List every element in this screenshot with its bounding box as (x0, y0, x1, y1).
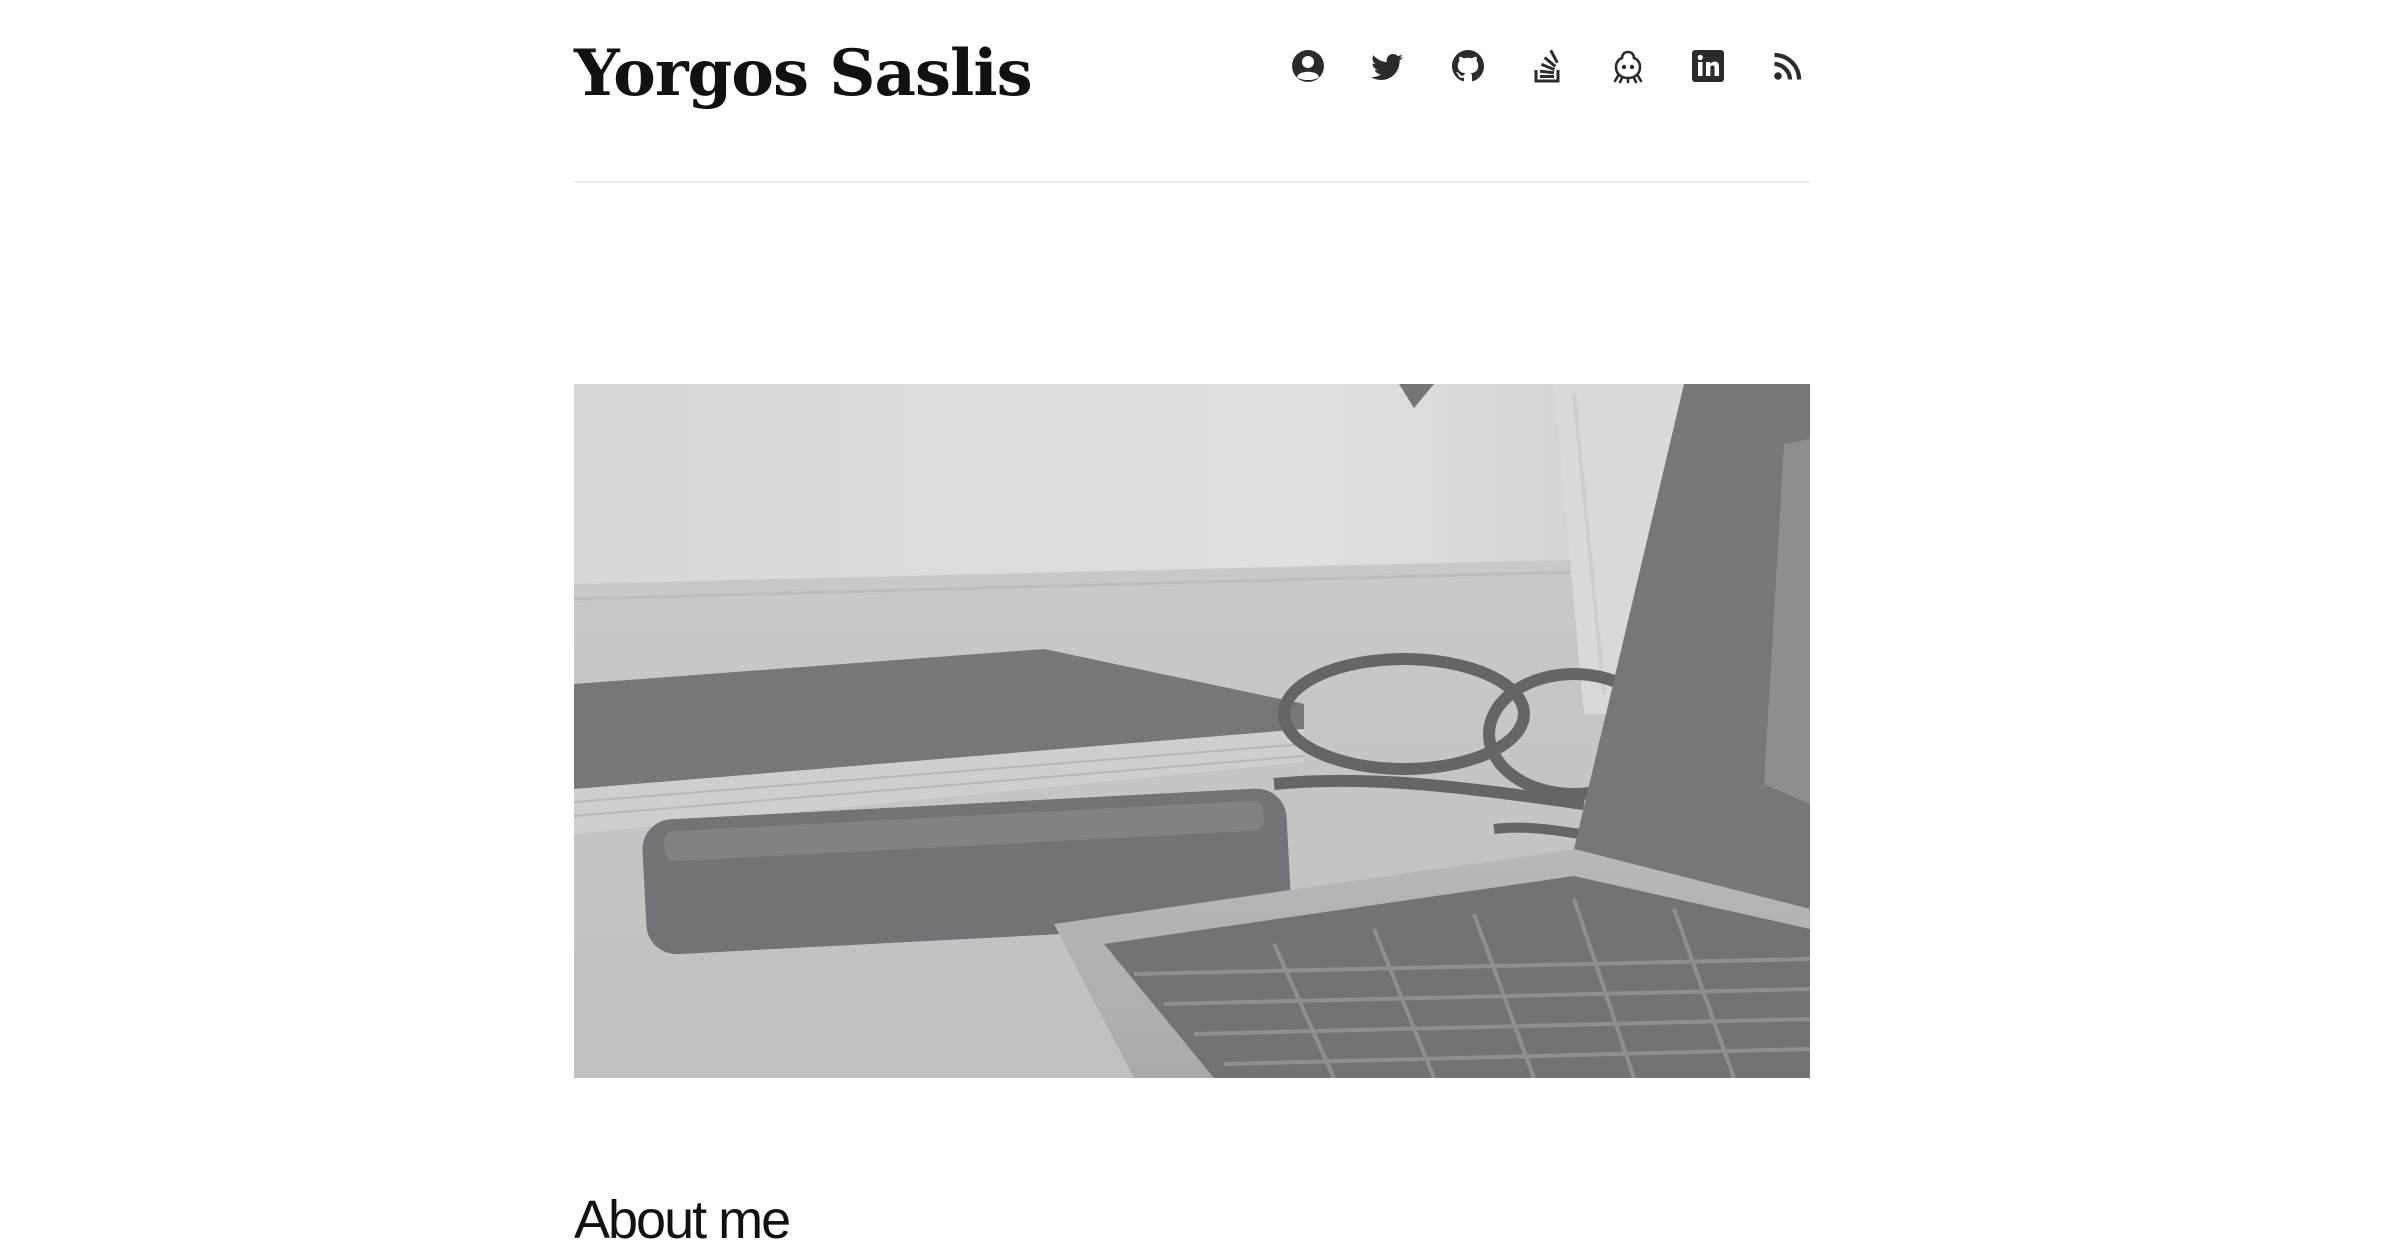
profile-link[interactable] (1290, 48, 1326, 84)
twitter-link[interactable] (1370, 48, 1406, 84)
hero-image (574, 384, 1810, 1078)
page-container: Yorgos Saslis About me (574, 0, 1810, 1250)
stackoverflow-icon (1534, 49, 1560, 83)
rss-link[interactable] (1770, 48, 1806, 84)
rss-icon (1774, 52, 1802, 80)
about-heading: About me (574, 1190, 791, 1250)
devto-octocat-icon (1613, 50, 1643, 84)
social-links (1290, 48, 1806, 84)
site-header: Yorgos Saslis (574, 0, 1810, 183)
devto-link[interactable] (1610, 48, 1646, 84)
stackoverflow-link[interactable] (1530, 48, 1566, 84)
desk-photo (574, 384, 1810, 1078)
user-circle-icon (1292, 50, 1324, 82)
github-link[interactable] (1450, 48, 1486, 84)
twitter-icon (1371, 54, 1403, 80)
linkedin-icon (1692, 50, 1724, 82)
linkedin-link[interactable] (1690, 48, 1726, 84)
site-title-link[interactable]: Yorgos Saslis (574, 30, 1033, 118)
github-icon (1452, 50, 1484, 82)
